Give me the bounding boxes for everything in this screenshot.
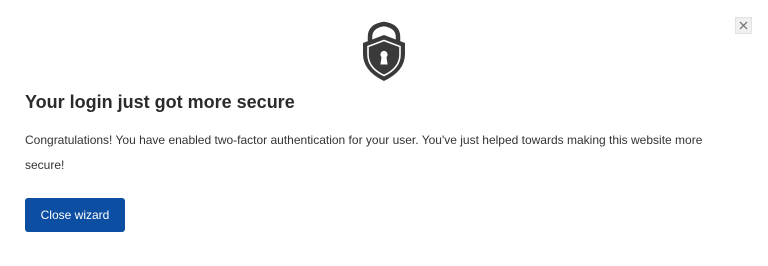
shield-lock-icon (363, 21, 405, 81)
close-icon (739, 21, 748, 30)
two-factor-success-dialog: Your login just got more secure Congratu… (0, 0, 768, 266)
dialog-message: Congratulations! You have enabled two-fa… (25, 133, 703, 172)
dialog-title: Your login just got more secure (25, 92, 295, 112)
close-wizard-button[interactable]: Close wizard (25, 198, 125, 232)
dialog-close-button[interactable] (735, 17, 752, 34)
